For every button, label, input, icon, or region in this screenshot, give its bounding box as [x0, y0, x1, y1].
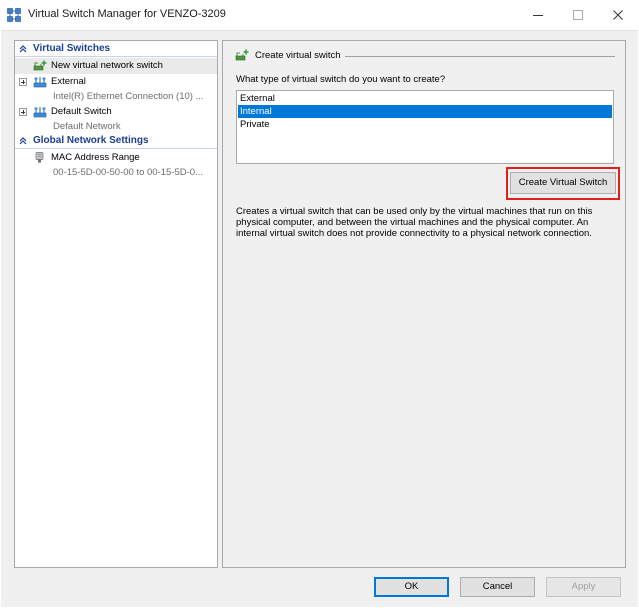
collapse-chevron-icon[interactable] [18, 136, 28, 146]
virtual-switches-header: Virtual Switches [33, 43, 111, 54]
switch-detail: Default Network [53, 121, 121, 132]
mac-range-label: MAC Address Range [51, 152, 140, 163]
expand-icon[interactable] [19, 108, 27, 116]
switch-type-list[interactable]: External Internal Private [236, 90, 614, 164]
window-title: Virtual Switch Manager for VENZO-3209 [28, 8, 226, 20]
minimize-icon [533, 15, 543, 16]
maximize-icon [573, 10, 583, 20]
create-virtual-switch-button[interactable]: Create Virtual Switch [510, 172, 616, 194]
navigation-tree: Virtual Switches New virtual network swi… [14, 40, 218, 568]
cancel-button[interactable]: Cancel [460, 577, 535, 597]
new-switch-icon [235, 49, 249, 61]
mac-range-detail: 00-15-5D-00-50-00 to 00-15-5D-0... [53, 167, 203, 178]
expand-icon[interactable] [19, 78, 27, 86]
list-item-internal[interactable]: Internal [238, 105, 612, 118]
sidebar-item-external[interactable]: External [15, 74, 217, 90]
close-icon [613, 10, 623, 20]
network-switch-icon [33, 107, 47, 118]
panel-title: Create virtual switch [255, 50, 341, 61]
apply-button[interactable]: Apply [546, 577, 621, 597]
network-switch-icon [33, 77, 47, 88]
ok-button[interactable]: OK [374, 577, 449, 597]
hyper-v-switch-icon [7, 8, 21, 22]
minimize-button[interactable] [518, 0, 558, 30]
sidebar-item-new-virtual-switch[interactable]: New virtual network switch [15, 58, 217, 74]
section-divider [15, 56, 217, 57]
virtual-switches-section[interactable]: Virtual Switches [15, 43, 217, 57]
global-network-settings-header: Global Network Settings [33, 135, 149, 146]
switch-type-description: Creates a virtual switch that can be use… [236, 206, 593, 239]
close-button[interactable] [598, 0, 638, 30]
dialog-body: Virtual Switches New virtual network swi… [1, 30, 638, 607]
switch-type-question: What type of virtual switch do you want … [236, 74, 446, 85]
sidebar-item-mac-address-range[interactable]: MAC Address Range [15, 150, 217, 166]
network-adapter-icon [35, 152, 44, 163]
section-divider [15, 148, 217, 149]
collapse-chevron-icon[interactable] [18, 44, 28, 54]
global-network-settings-section[interactable]: Global Network Settings [15, 135, 217, 149]
panel-header: Create virtual switch [235, 49, 615, 63]
maximize-button[interactable] [558, 0, 598, 30]
new-switch-icon [33, 60, 47, 71]
new-switch-label: New virtual network switch [51, 60, 163, 71]
list-item-external[interactable]: External [238, 92, 612, 105]
sidebar-item-default-switch[interactable]: Default Switch [15, 104, 217, 120]
title-bar: Virtual Switch Manager for VENZO-3209 [0, 0, 639, 30]
header-rule [345, 56, 615, 57]
switch-name: External [51, 76, 86, 87]
switch-detail: Intel(R) Ethernet Connection (10) ... [53, 91, 204, 102]
switch-name: Default Switch [51, 106, 112, 117]
create-switch-panel: Create virtual switch What type of virtu… [222, 40, 626, 568]
list-item-private[interactable]: Private [238, 118, 612, 131]
